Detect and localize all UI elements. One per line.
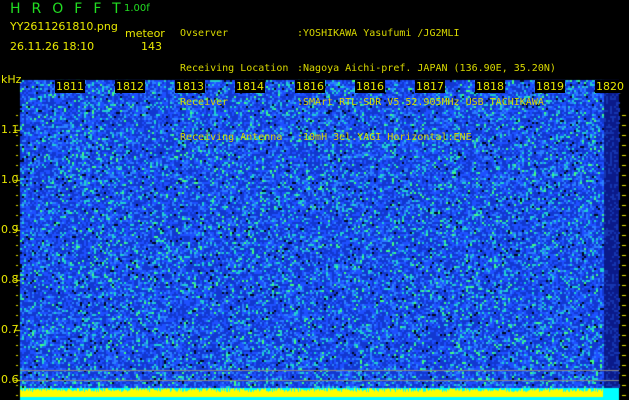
info-row-observer: Ovserver :YOSHIKAWA Yasufumi /JG2MLI bbox=[180, 28, 556, 40]
hrofft-window: HROFFT 1.00f YY2611261810.png 26.11.26 1… bbox=[0, 0, 629, 400]
time-label: 1812 bbox=[115, 80, 145, 93]
meteor-label: meteor bbox=[125, 27, 165, 40]
time-label: 1818 bbox=[475, 80, 505, 93]
y-tick-label: 1.0 bbox=[1, 173, 19, 186]
info-label: Ovserver bbox=[180, 28, 229, 39]
y-tick-label: 1.1 bbox=[1, 123, 19, 136]
y-tick-label: 0.9 bbox=[1, 223, 19, 236]
filename-label: YY2611261810.png bbox=[10, 20, 118, 33]
time-label: 1816 bbox=[295, 80, 325, 93]
version-label: 1.00f bbox=[124, 3, 150, 14]
info-row-location: Receiving Location :Nagoya Aichi-pref. JA… bbox=[180, 63, 556, 75]
info-row-antenna: Receiving Antenna :10mH 3el.YAGI Horizont… bbox=[180, 132, 556, 144]
y-tick-label: 0.6 bbox=[1, 373, 19, 386]
info-row-receiver: Receiver :SMArt RTL-SDR V5 52.905MHz USB … bbox=[180, 97, 556, 109]
time-label: 1813 bbox=[175, 80, 205, 93]
info-label: Receiving Antenna bbox=[180, 131, 283, 143]
info-label: Receiver bbox=[180, 97, 229, 108]
info-value: :YOSHIKAWA Yasufumi /JG2MLI bbox=[297, 28, 460, 39]
info-value: :SMArt RTL-SDR V5 52.905MHz USB TACHIKAW… bbox=[297, 97, 544, 108]
time-label: 1817 bbox=[415, 80, 445, 93]
time-label: 1811 bbox=[55, 80, 85, 93]
y-tick-label: 0.7 bbox=[1, 323, 19, 336]
y-tick-label: 0.8 bbox=[1, 273, 19, 286]
meteor-count: 143 bbox=[141, 40, 162, 53]
info-label: Receiving Location bbox=[180, 62, 289, 74]
time-label: 1819 bbox=[535, 80, 565, 93]
info-value: :10mH 3el.YAGI Horizontal:ENE bbox=[297, 131, 472, 143]
time-label: 1814 bbox=[235, 80, 265, 93]
app-title: HROFFT bbox=[10, 1, 132, 17]
info-value: :Nagoya Aichi-pref. JAPAN (136.90E, 35.2… bbox=[297, 62, 556, 74]
time-label: 1820 bbox=[595, 80, 625, 93]
time-label: 1816 bbox=[355, 80, 385, 93]
datetime-label: 26.11.26 18:10 bbox=[10, 40, 95, 53]
y-unit-label: kHz bbox=[1, 73, 22, 86]
